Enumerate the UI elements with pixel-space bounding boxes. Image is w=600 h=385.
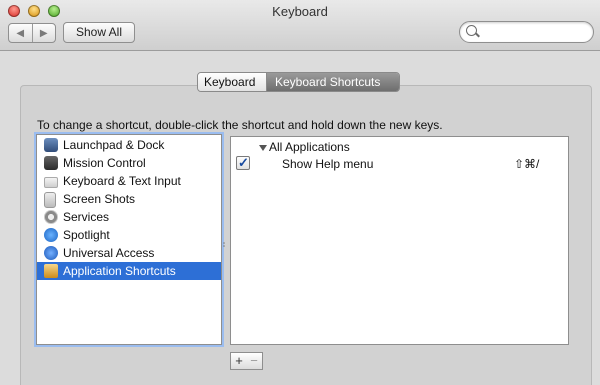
services-icon xyxy=(44,210,58,224)
instruction-text: To change a shortcut, double-click the s… xyxy=(37,118,443,132)
back-arrow-icon: ◀ xyxy=(16,27,25,39)
forward-button[interactable]: ▶ xyxy=(33,24,56,42)
mission-control-icon xyxy=(44,156,58,170)
application-shortcuts-icon xyxy=(44,264,58,278)
shortcuts-table: All Applications ✓ Show Help menu ⇧⌘/ xyxy=(230,136,569,345)
category-item-application-shortcuts[interactable]: Application Shortcuts xyxy=(37,262,221,280)
category-label: Application Shortcuts xyxy=(63,264,176,278)
disclosure-triangle-icon[interactable] xyxy=(259,145,267,151)
search-icon xyxy=(466,25,477,36)
search-field[interactable] xyxy=(459,21,594,43)
remove-shortcut-button[interactable]: − xyxy=(246,352,263,370)
category-item-universal-access[interactable]: Universal Access xyxy=(37,244,221,262)
category-label: Keyboard & Text Input xyxy=(63,174,181,188)
back-forward-control: ◀ ▶ xyxy=(8,23,56,43)
window-title: Keyboard xyxy=(272,4,328,19)
tab-keyboard-shortcuts[interactable]: Keyboard Shortcuts xyxy=(267,73,399,91)
group-all-applications: All Applications xyxy=(269,140,350,154)
category-list: Launchpad & Dock Mission Control Keyboar… xyxy=(36,134,222,345)
category-item-screen-shots[interactable]: Screen Shots xyxy=(37,190,221,208)
category-item-services[interactable]: Services xyxy=(37,208,221,226)
tab-keyboard[interactable]: Keyboard xyxy=(198,73,267,91)
universal-access-icon xyxy=(44,246,58,260)
category-label: Universal Access xyxy=(63,246,155,260)
split-resize-handle[interactable] xyxy=(222,237,226,247)
tab-bar: Keyboard Keyboard Shortcuts xyxy=(197,72,400,92)
category-item-spotlight[interactable]: Spotlight xyxy=(37,226,221,244)
shortcut-label: Show Help menu xyxy=(282,157,374,171)
shortcut-enabled-checkbox[interactable]: ✓ xyxy=(236,155,250,170)
launchpad-icon xyxy=(44,138,58,152)
category-item-keyboard-text-input[interactable]: Keyboard & Text Input xyxy=(37,172,221,190)
category-label: Launchpad & Dock xyxy=(63,138,165,152)
category-label: Spotlight xyxy=(63,228,110,242)
category-item-launchpad-dock[interactable]: Launchpad & Dock xyxy=(37,136,221,154)
grip-dots-icon xyxy=(223,242,225,247)
category-label: Screen Shots xyxy=(63,192,136,206)
shortcut-row[interactable]: ✓ Show Help menu ⇧⌘/ xyxy=(231,155,568,173)
shortcut-keys[interactable]: ⇧⌘/ xyxy=(514,157,539,171)
back-button[interactable]: ◀ xyxy=(9,24,33,42)
title-bar: Keyboard ◀ ▶ Show All xyxy=(0,0,600,51)
show-all-button[interactable]: Show All xyxy=(63,22,135,43)
screenshot-icon xyxy=(44,192,56,208)
spotlight-icon xyxy=(44,228,58,242)
category-item-mission-control[interactable]: Mission Control xyxy=(37,154,221,172)
category-label: Services xyxy=(63,210,110,224)
checkmark-icon: ✓ xyxy=(238,155,249,170)
category-label: Mission Control xyxy=(63,156,146,170)
keyboard-icon xyxy=(44,177,58,188)
forward-arrow-icon: ▶ xyxy=(39,27,48,39)
